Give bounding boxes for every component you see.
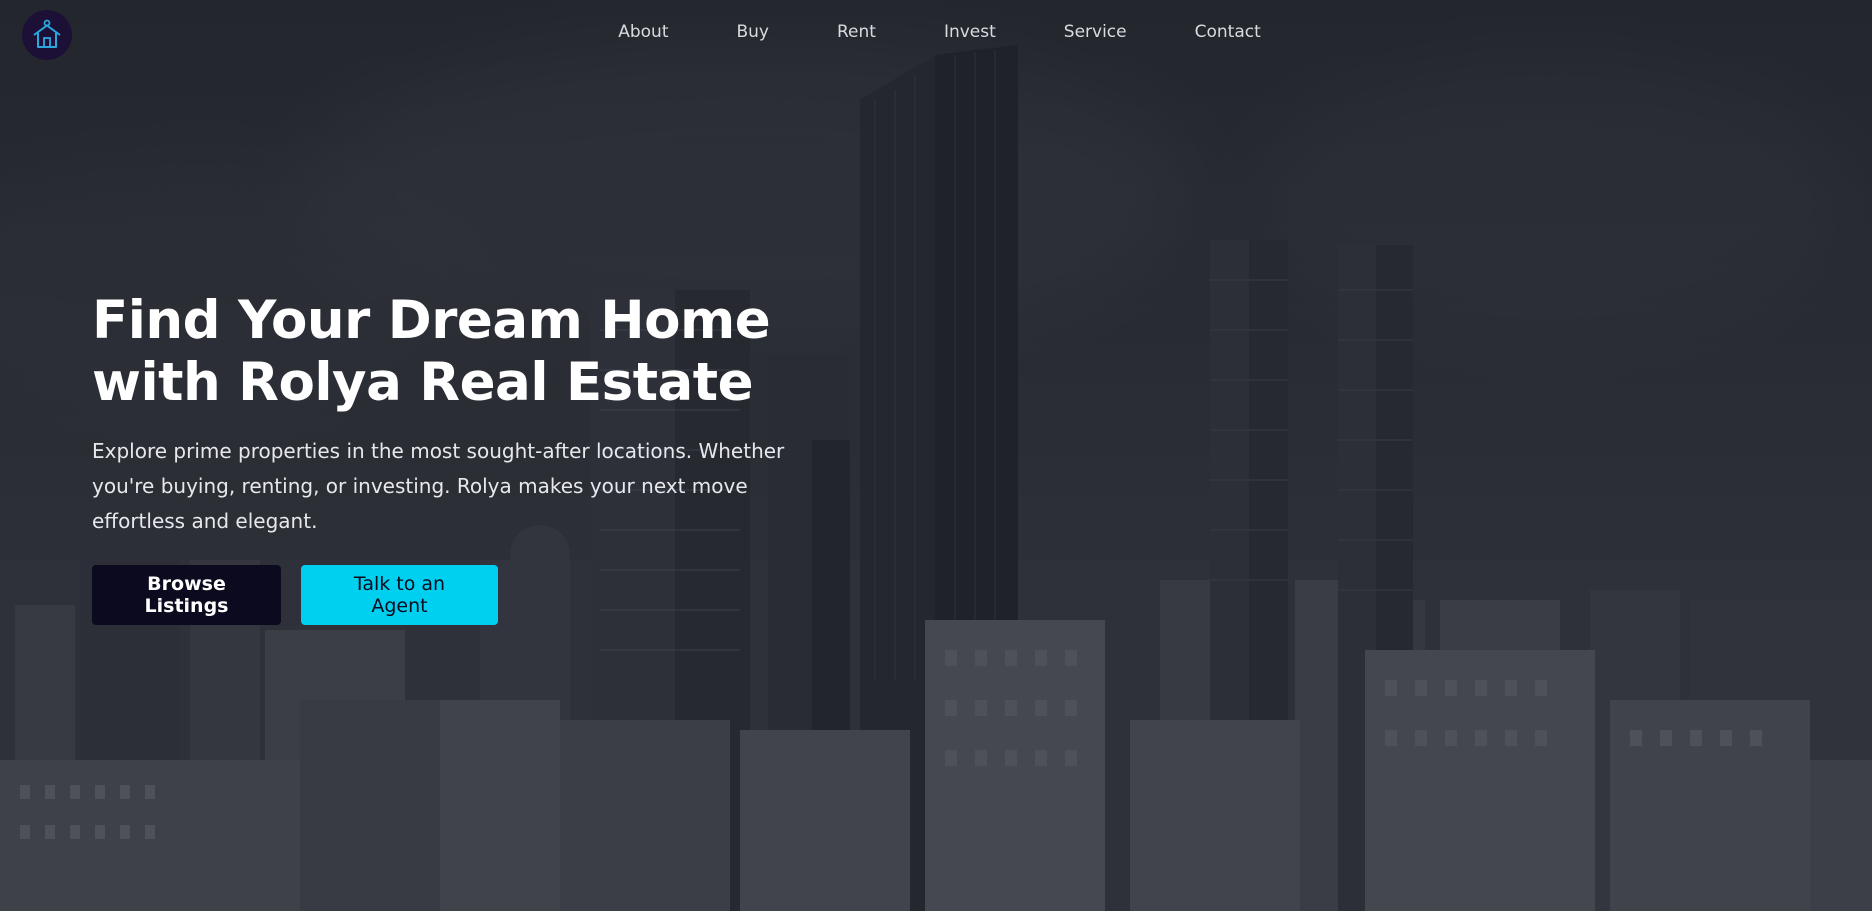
hero-headline: Find Your Dream Home with Rolya Real Est… [92, 290, 852, 414]
nav-link-about[interactable]: About [618, 22, 668, 42]
talk-to-agent-button[interactable]: Talk to an Agent [301, 565, 498, 625]
nav-link-service[interactable]: Service [1064, 22, 1127, 42]
main-nav: About Buy Rent Invest Service Contact [0, 22, 1872, 42]
nav-link-buy[interactable]: Buy [736, 22, 769, 42]
hero-content: Find Your Dream Home with Rolya Real Est… [92, 290, 852, 625]
hero-subtext: Explore prime properties in the most sou… [92, 439, 785, 533]
hero-headline-line2: with Rolya Real Estate [92, 352, 754, 413]
nav-link-rent[interactable]: Rent [837, 22, 876, 42]
browse-listings-button[interactable]: Browse Listings [92, 565, 281, 625]
hero-section: About Buy Rent Invest Service Contact Fi… [0, 0, 1872, 911]
hero-headline-line1: Find Your Dream Home [92, 290, 771, 351]
nav-link-contact[interactable]: Contact [1195, 22, 1261, 42]
hero-buttons: Browse Listings Talk to an Agent [92, 565, 852, 625]
nav-link-invest[interactable]: Invest [944, 22, 996, 42]
